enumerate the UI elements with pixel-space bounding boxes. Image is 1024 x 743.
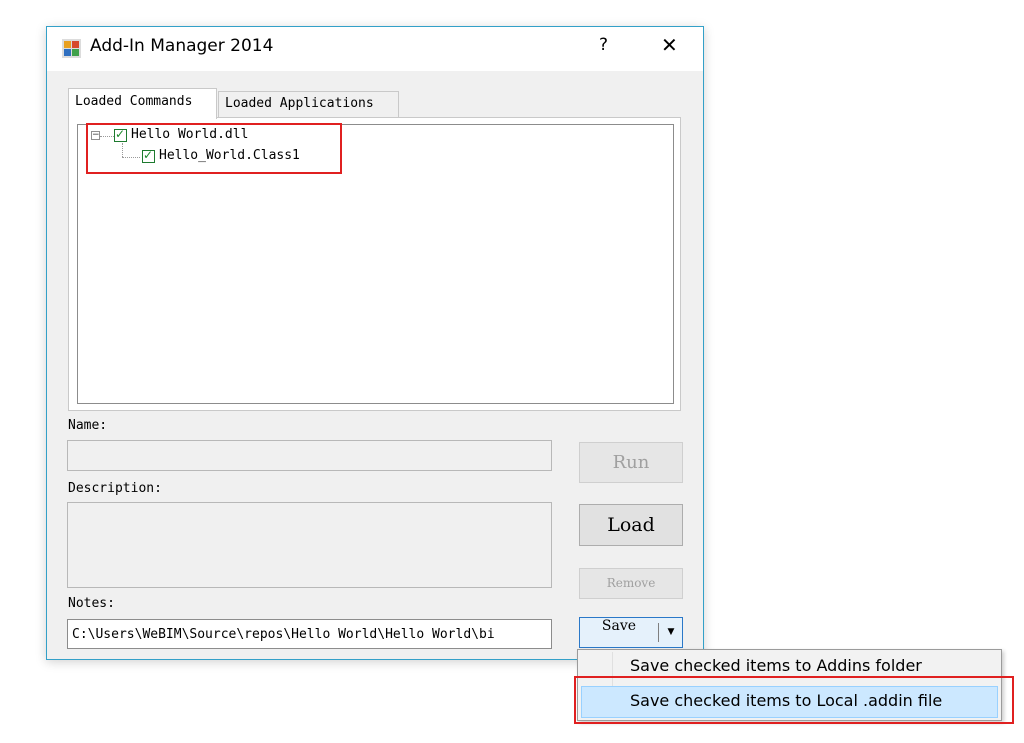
remove-button[interactable]: Remove <box>579 568 683 599</box>
help-button[interactable]: ? <box>599 35 608 55</box>
checkbox-hello-world-class1[interactable] <box>142 148 155 163</box>
save-dropdown-menu: Save checked items to Addins folder Save… <box>577 649 1002 721</box>
tree-node-hello-world-dll[interactable]: Hello World.dll <box>131 127 248 142</box>
tree-connector <box>100 136 114 137</box>
collapse-icon[interactable]: − <box>91 131 100 140</box>
save-split-button[interactable]: Save ▼ <box>579 617 683 648</box>
description-label: Description: <box>68 481 162 496</box>
commands-tree[interactable] <box>77 124 674 404</box>
split-divider <box>658 623 659 642</box>
title-bar: Add-In Manager 2014 ? ✕ <box>47 27 703 71</box>
load-button[interactable]: Load <box>579 504 683 546</box>
tree-connector <box>122 143 123 157</box>
path-input[interactable] <box>67 619 552 649</box>
add-in-manager-window: Add-In Manager 2014 ? ✕ Loaded Commands … <box>46 26 704 660</box>
run-button[interactable]: Run <box>579 442 683 483</box>
checkbox-hello-world-dll[interactable] <box>114 127 127 142</box>
menu-item-save-to-addins-folder[interactable]: Save checked items to Addins folder <box>630 656 922 675</box>
name-label: Name: <box>68 418 108 433</box>
tree-connector <box>122 157 140 158</box>
description-field <box>67 502 552 588</box>
menu-item-save-to-local-addin-file[interactable]: Save checked items to Local .addin file <box>630 691 942 710</box>
tab-loaded-applications[interactable]: Loaded Applications <box>218 91 399 117</box>
window-title: Add-In Manager 2014 <box>90 36 274 56</box>
notes-label: Notes: <box>68 596 115 611</box>
tab-loaded-commands[interactable]: Loaded Commands <box>68 88 217 119</box>
name-field <box>67 440 552 471</box>
tree-node-hello-world-class1[interactable]: Hello_World.Class1 <box>159 148 300 163</box>
chevron-down-icon[interactable]: ▼ <box>662 618 680 647</box>
save-button[interactable]: Save <box>580 618 658 647</box>
app-icon <box>62 39 81 58</box>
close-button[interactable]: ✕ <box>661 33 678 57</box>
